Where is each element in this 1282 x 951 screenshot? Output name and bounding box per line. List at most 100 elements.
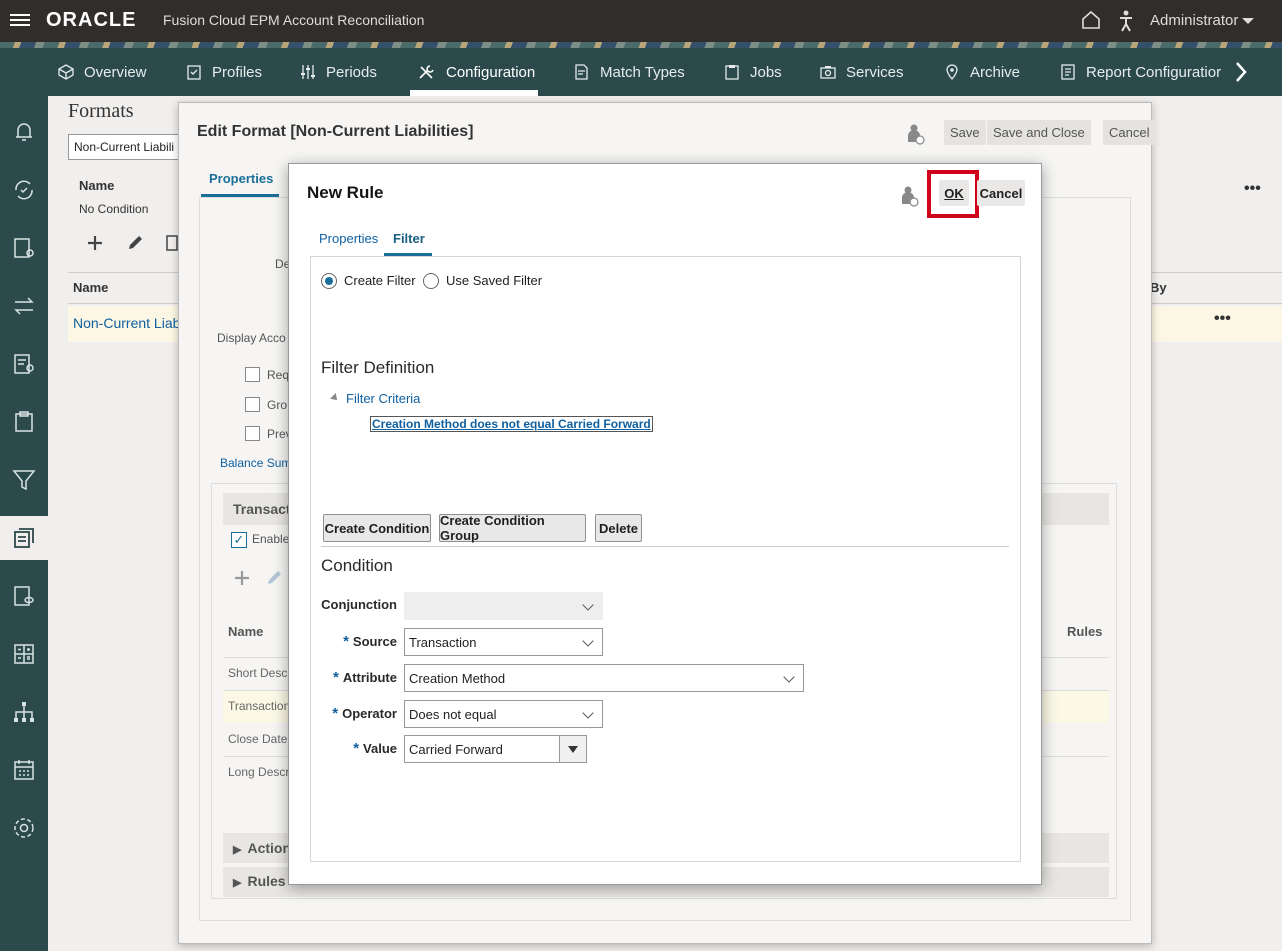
collapse-triangle-icon[interactable] <box>330 393 340 403</box>
filter-icon[interactable] <box>12 468 36 492</box>
accessibility-icon[interactable] <box>1118 10 1134 32</box>
checkbox[interactable] <box>245 367 260 382</box>
nav-match-types[interactable]: Match Types <box>574 48 685 96</box>
location-pin-icon <box>946 64 958 80</box>
checkbox-checked[interactable]: ✓ <box>231 532 247 548</box>
formats-icon[interactable] <box>12 526 36 550</box>
nav-label: Report Configuratior <box>1086 63 1222 81</box>
field-label-fragment: Display Acco <box>217 331 286 345</box>
chevron-right-icon[interactable] <box>1232 60 1250 84</box>
search-input[interactable]: Non-Current Liabili <box>68 134 188 160</box>
report-settings-icon[interactable] <box>12 352 36 376</box>
nav-label: Overview <box>84 63 147 81</box>
criteria-item[interactable]: Creation Method does not equal Carried F… <box>370 416 653 432</box>
checkbox-label: Enable <box>252 532 290 546</box>
radio-use-saved-filter[interactable] <box>423 273 439 289</box>
select-value: Transaction <box>409 634 477 650</box>
chevron-down-icon <box>582 599 594 611</box>
nav-overview[interactable]: Overview <box>58 48 147 96</box>
nav-label: Archive <box>970 63 1021 81</box>
tab-properties[interactable]: Properties <box>209 171 273 186</box>
tasks-icon[interactable] <box>12 178 36 202</box>
clipboard-icon <box>725 65 739 80</box>
transfer-icon[interactable] <box>12 294 36 318</box>
new-rule-dialog: New Rule OK Cancel Properties Filter Cre… <box>288 163 1042 885</box>
column-header-rules: Rules <box>1067 624 1103 639</box>
checkbox[interactable] <box>245 426 260 441</box>
nav-report-configuration[interactable]: Report Configuratior <box>1060 48 1221 96</box>
balance-summary-link[interactable]: Balance Sum <box>220 456 291 470</box>
checkbox-label: Gro <box>267 398 288 412</box>
help-user-icon[interactable] <box>901 185 919 207</box>
nav-jobs[interactable]: Jobs <box>724 48 782 96</box>
more-actions-icon[interactable]: ••• <box>1244 180 1261 198</box>
document-settings-icon[interactable] <box>12 236 36 260</box>
label-text: Attribute <box>342 670 397 685</box>
cancel-button[interactable]: Cancel <box>977 180 1025 206</box>
cancel-button[interactable]: Cancel <box>1103 120 1156 145</box>
conjunction-label: Conjunction <box>321 597 397 612</box>
camera-icon <box>820 66 836 79</box>
nav-configuration[interactable]: Configuration <box>418 48 535 96</box>
value-combobox[interactable]: Carried Forward <box>404 735 587 763</box>
add-icon[interactable] <box>86 234 104 252</box>
edit-icon[interactable] <box>126 234 144 252</box>
user-menu[interactable]: Administrator <box>1150 12 1238 29</box>
calendar-icon[interactable] <box>12 758 36 782</box>
combobox-value: Carried Forward <box>409 741 503 757</box>
table-row-label: Short Desc <box>228 666 288 680</box>
radio-create-filter[interactable] <box>321 273 337 289</box>
filter-criteria-node[interactable]: Filter Criteria <box>346 391 420 406</box>
section-title: ▶ Rules <box>233 873 286 889</box>
tab-filter[interactable]: Filter <box>393 231 425 246</box>
value-label: * Value <box>317 740 397 757</box>
nav-profiles[interactable]: Profiles <box>186 48 262 96</box>
tools-icon <box>419 65 434 79</box>
label-text: Value <box>363 741 397 756</box>
operator-select[interactable]: Does not equal <box>404 700 603 728</box>
delete-button[interactable]: Delete <box>595 514 642 542</box>
attribute-select[interactable]: Creation Method <box>404 664 804 692</box>
nav-services[interactable]: Services <box>820 48 904 96</box>
nav-periods[interactable]: Periods <box>300 48 377 96</box>
bell-icon[interactable] <box>12 120 36 144</box>
gear-icon[interactable] <box>12 816 36 840</box>
required-marker: * <box>332 669 339 686</box>
menu-icon[interactable] <box>10 11 30 29</box>
label-text: Source <box>352 634 397 649</box>
calculator-icon[interactable] <box>12 642 36 666</box>
checkbox[interactable] <box>245 397 260 412</box>
app-title: Fusion Cloud EPM Account Reconciliation <box>163 12 425 28</box>
create-condition-button[interactable]: Create Condition <box>323 514 431 542</box>
radio-label: Use Saved Filter <box>446 273 543 288</box>
copy-icon[interactable] <box>166 234 178 252</box>
create-condition-group-button[interactable]: Create Condition Group <box>439 513 586 543</box>
document-view-icon[interactable] <box>12 584 36 608</box>
source-label: * Source <box>317 633 397 650</box>
save-close-button[interactable]: Save and Close <box>987 120 1091 145</box>
tab-properties[interactable]: Properties <box>319 231 378 246</box>
add-icon[interactable] <box>233 569 251 587</box>
chevron-down-icon <box>582 635 594 647</box>
dropdown-button[interactable] <box>559 736 586 762</box>
nav-archive[interactable]: Archive <box>944 48 1020 96</box>
edit-icon[interactable] <box>265 569 283 587</box>
section-title: ▶ Action <box>233 840 292 856</box>
source-select[interactable]: Transaction <box>404 628 603 656</box>
checkbox-label: Req <box>267 368 290 382</box>
help-user-icon[interactable] <box>907 123 925 145</box>
highlight-frame <box>927 170 979 218</box>
home-icon[interactable] <box>1080 9 1102 31</box>
chevron-down-icon[interactable] <box>1242 18 1254 24</box>
save-button[interactable]: Save <box>944 120 986 145</box>
dialog-title: New Rule <box>307 183 384 202</box>
format-link[interactable]: Non-Current Liab <box>73 315 180 331</box>
column-header-by: By <box>1150 280 1167 295</box>
section-label: Rules <box>247 873 286 889</box>
nav-label: Profiles <box>212 63 263 81</box>
clipboard-icon[interactable] <box>12 410 36 434</box>
filter-panel: Create Filter Use Saved Filter Filter De… <box>310 256 1021 862</box>
top-bar: ORACLE Fusion Cloud EPM Account Reconcil… <box>0 0 1282 42</box>
more-actions-icon[interactable]: ••• <box>1214 310 1231 328</box>
hierarchy-icon[interactable] <box>12 700 36 724</box>
